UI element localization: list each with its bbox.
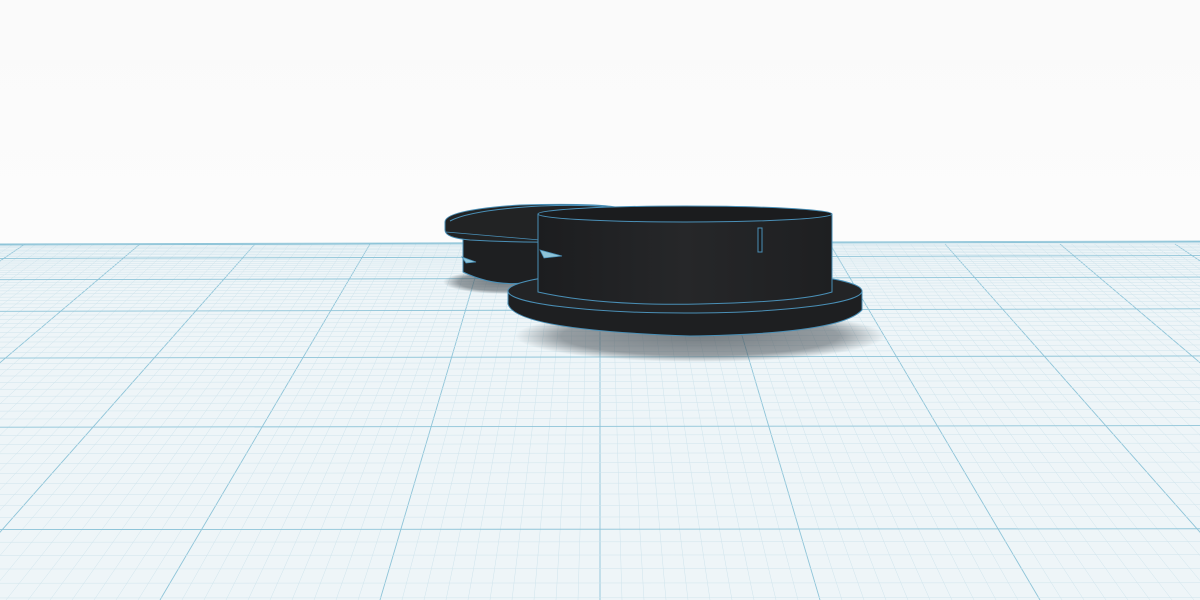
front-cap-indicator-mark bbox=[757, 227, 763, 253]
front-cap-model[interactable] bbox=[507, 205, 863, 337]
rear-cap-lower-body bbox=[462, 235, 541, 285]
front-cap-top-face bbox=[537, 205, 833, 223]
workplane-scene[interactable] bbox=[0, 0, 1200, 600]
front-cap-body bbox=[537, 213, 833, 305]
3d-viewport[interactable] bbox=[0, 0, 1200, 600]
